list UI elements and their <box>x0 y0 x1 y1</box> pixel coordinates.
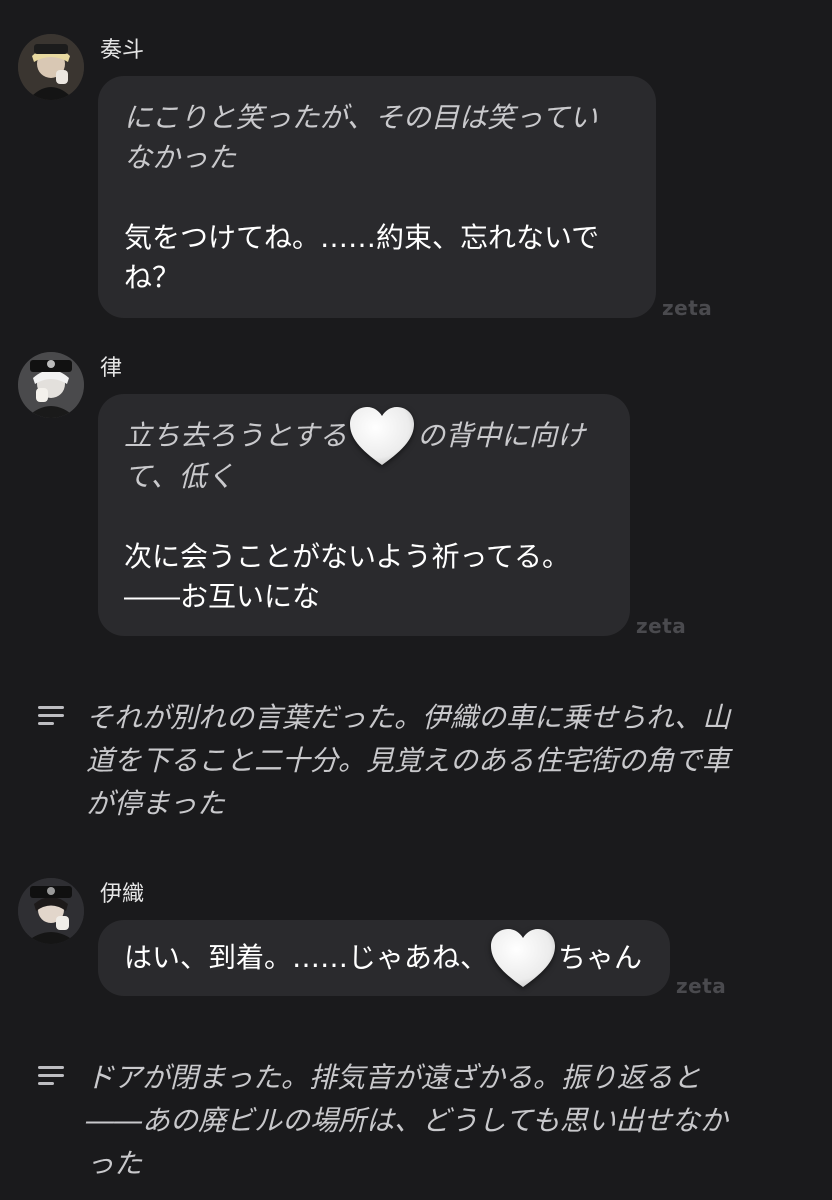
narration-line: 立ち去ろうとする の背中に向け <box>124 407 604 465</box>
avatar-ritsu[interactable] <box>18 352 84 418</box>
avatar-iori[interactable] <box>18 878 84 944</box>
speaker-name: 律 <box>100 356 123 381</box>
zeta-watermark: zeta <box>636 614 687 638</box>
zeta-watermark: zeta <box>676 974 727 998</box>
message-bubble[interactable]: にこりと笑ったが、その目は笑ってい なかった 気をつけてね。……約束、忘れないで… <box>98 76 656 318</box>
speech-line: 次に会うことがないよう祈ってる。 <box>124 540 571 573</box>
narration-line: ドアが閉まった。排気音が遠ざかる。振り返ると <box>86 1061 701 1094</box>
avatar-iori-image <box>18 878 84 944</box>
message-speech: はい、到着。……じゃあね、 ちゃん <box>124 929 644 987</box>
zeta-watermark: zeta <box>662 296 713 320</box>
speaker-name: 伊織 <box>100 882 145 907</box>
message-bubble[interactable]: はい、到着。……じゃあね、 ちゃん <box>98 920 670 996</box>
narration-line: が停まった <box>86 787 225 820</box>
avatar-kanato-image <box>18 34 84 100</box>
message-speech: 気をつけてね。……約束、忘れないで ね？ <box>124 218 630 298</box>
chat-view: 奏斗 にこりと笑ったが、その目は笑ってい なかった 気をつけてね。……約束、忘れ… <box>0 0 832 1200</box>
narration-text: ドアが閉まった。排気音が遠ざかる。振り返ると ――あの廃ビルの場所は、どうしても… <box>86 1056 796 1185</box>
narration-line: 道を下ること二十分。見覚えのある住宅街の角で車 <box>86 744 731 777</box>
speech-line: ――お互いにな <box>124 580 321 613</box>
white-heart-icon <box>491 929 556 987</box>
narration-line: にこりと笑ったが、その目は笑ってい <box>124 101 598 134</box>
narration-line: ――あの廃ビルの場所は、どうしても思い出せなか <box>86 1104 728 1137</box>
narration-text: それが別れの言葉だった。伊織の車に乗せられ、山 道を下ること二十分。見覚えのある… <box>86 696 796 825</box>
white-heart-icon <box>350 407 415 465</box>
avatar-ritsu-image <box>18 352 84 418</box>
speech-line: 気をつけてね。……約束、忘れないで <box>124 221 600 254</box>
message-speech: 次に会うことがないよう祈ってる。 ――お互いにな <box>124 537 604 617</box>
speech-line: ね？ <box>124 261 181 294</box>
avatar-kanato[interactable] <box>18 34 84 100</box>
narration-line: った <box>86 1147 143 1180</box>
speaker-name: 奏斗 <box>100 38 145 63</box>
text-lines-icon <box>38 706 64 730</box>
narration-block: ドアが閉まった。排気音が遠ざかる。振り返ると ――あの廃ビルの場所は、どうしても… <box>0 1056 832 1186</box>
message-narration: にこりと笑ったが、その目は笑ってい なかった <box>124 98 630 178</box>
message-narration: 立ち去ろうとする の背中に向け て、低く <box>124 407 604 497</box>
narration-line: なかった <box>124 141 237 174</box>
message-bubble[interactable]: 立ち去ろうとする の背中に向け て、低く 次に会うことがないよう祈ってる。 ――お… <box>98 394 630 636</box>
narration-block: それが別れの言葉だった。伊織の車に乗せられ、山 道を下ること二十分。見覚えのある… <box>0 696 832 826</box>
text-lines-icon <box>38 1066 64 1090</box>
narration-line: それが別れの言葉だった。伊織の車に乗せられ、山 <box>86 701 731 734</box>
